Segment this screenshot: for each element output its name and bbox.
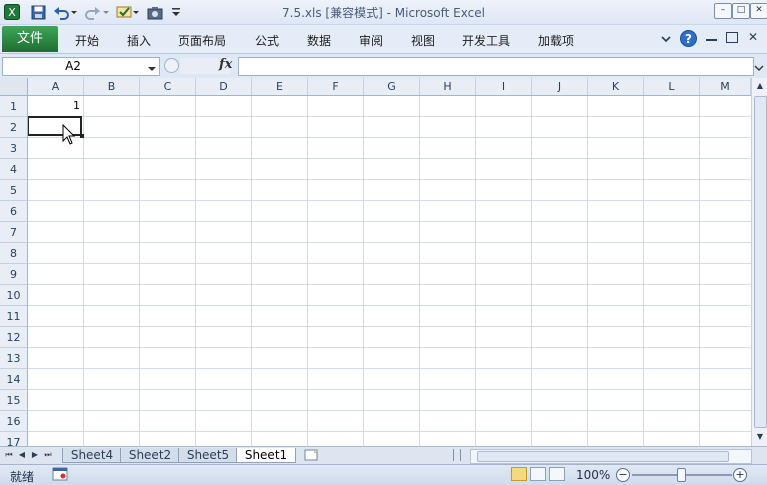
window-title: 7.5.xls [兼容模式] - Microsoft Excel [282,6,485,20]
normal-view-icon[interactable] [511,467,527,481]
row-header-2[interactable]: 2 [0,117,28,138]
status-text: 就绪 [10,470,35,484]
column-header-a[interactable]: A [28,78,84,95]
insert-function-icon[interactable]: fx [219,57,232,72]
tab-data[interactable]: 数据 [307,32,331,49]
page-layout-view-icon[interactable] [530,467,546,481]
column-header-f[interactable]: F [308,78,364,95]
column-header-j[interactable]: J [532,78,588,95]
page-break-view-icon[interactable] [549,467,565,481]
tab-formulas[interactable]: 公式 [255,32,279,49]
restore-button[interactable]: □ [732,3,750,19]
row-header-8[interactable]: 8 [0,243,28,264]
first-sheet-icon[interactable]: ⏮ [4,449,14,461]
vertical-scrollbar[interactable]: ▲ ▼ [751,78,767,446]
row-header-7[interactable]: 7 [0,222,28,243]
vertical-scroll-thumb[interactable] [754,96,767,428]
tab-insert[interactable]: 插入 [127,32,151,49]
column-header-e[interactable]: E [252,78,308,95]
tab-review[interactable]: 审阅 [359,32,383,49]
column-headers: A B C D E F G H I J K L M [0,78,751,96]
fill-handle[interactable] [80,134,84,138]
tab-view[interactable]: 视图 [411,32,435,49]
column-header-d[interactable]: D [196,78,252,95]
row-header-10[interactable]: 10 [0,285,28,306]
row-header-4[interactable]: 4 [0,159,28,180]
sheet-tab-sheet1[interactable]: Sheet1 [236,448,296,463]
row-headers: 1 2 3 4 5 6 7 8 9 10 11 12 13 14 15 16 1… [0,96,28,446]
column-header-l[interactable]: L [644,78,700,95]
scroll-up-icon[interactable]: ▲ [753,79,767,93]
tab-split-handle[interactable] [453,449,461,461]
prev-sheet-icon[interactable]: ◀ [17,449,27,461]
formula-expand-icon[interactable] [754,61,764,71]
formula-bar-expand-icon[interactable] [164,58,179,73]
row-header-17[interactable]: 17 [0,432,28,446]
status-bar: 就绪 100% − + [0,464,767,485]
scroll-down-icon[interactable]: ▼ [753,430,767,444]
row-header-3[interactable]: 3 [0,138,28,159]
close-button[interactable]: ✕ [750,3,767,19]
tab-add-ins[interactable]: 加载项 [538,32,574,49]
row-header-9[interactable]: 9 [0,264,28,285]
zoom-level[interactable]: 100% [576,468,610,482]
mouse-cursor-icon [62,123,76,146]
file-tab[interactable]: 文件 [2,26,58,52]
tab-page-layout[interactable]: 页面布局 [178,32,226,49]
formula-input[interactable] [238,57,754,76]
row-header-12[interactable]: 12 [0,327,28,348]
row-header-1[interactable]: 1 [0,96,28,117]
ribbon-tabs: 文件 开始 插入 页面布局 公式 数据 审阅 视图 开发工具 加载项 ? ✕ [0,25,767,54]
zoom-out-icon[interactable]: − [616,468,630,482]
macro-record-icon[interactable] [52,467,68,481]
zoom-in-icon[interactable]: + [733,468,747,482]
row-header-15[interactable]: 15 [0,390,28,411]
column-header-i[interactable]: I [476,78,532,95]
sheet-tab-bar: ⏮ ◀ ▶ ⏭ Sheet4 Sheet2 Sheet5 Sheet1 [0,446,767,464]
workbook-minimize-icon[interactable] [706,35,717,41]
name-box-dropdown-icon[interactable] [147,62,157,71]
cell-a1[interactable]: 1 [28,96,80,116]
help-icon[interactable]: ? [680,30,697,47]
sheet-tab-sheet4[interactable]: Sheet4 [62,448,122,463]
cell-grid[interactable]: 1 [28,96,751,446]
row-header-5[interactable]: 5 [0,180,28,201]
name-box[interactable]: A2 [2,57,160,76]
insert-sheet-icon[interactable] [300,448,322,462]
column-header-h[interactable]: H [420,78,476,95]
column-header-c[interactable]: C [140,78,196,95]
workbook-restore-icon[interactable] [726,32,738,43]
column-header-g[interactable]: G [364,78,420,95]
name-box-value: A2 [65,59,81,73]
svg-text:?: ? [685,32,692,46]
column-header-k[interactable]: K [588,78,644,95]
tab-developer[interactable]: 开发工具 [462,32,510,49]
horizontal-scroll-thumb[interactable] [477,451,729,462]
row-header-11[interactable]: 11 [0,306,28,327]
horizontal-scrollbar[interactable] [470,449,752,464]
column-header-m[interactable]: M [700,78,751,95]
row-header-16[interactable]: 16 [0,411,28,432]
sheet-tab-sheet5[interactable]: Sheet5 [178,448,238,463]
row-header-13[interactable]: 13 [0,348,28,369]
sheet-tab-sheet2[interactable]: Sheet2 [120,448,180,463]
select-all-corner[interactable] [0,78,28,95]
tab-home[interactable]: 开始 [75,32,99,49]
row-header-14[interactable]: 14 [0,369,28,390]
minimize-button[interactable]: – [714,3,732,19]
row-header-6[interactable]: 6 [0,201,28,222]
zoom-slider-thumb[interactable] [677,468,686,482]
column-header-b[interactable]: B [84,78,140,95]
title-bar: X 7.5.xls [兼容模式] - Microsoft Excel – □ ✕ [0,0,767,25]
minimize-ribbon-icon[interactable] [660,33,672,45]
last-sheet-icon[interactable]: ⏭ [43,449,53,461]
formula-bar: A2 fx [0,54,767,79]
next-sheet-icon[interactable]: ▶ [30,449,40,461]
workbook-close-icon[interactable]: ✕ [746,29,760,45]
